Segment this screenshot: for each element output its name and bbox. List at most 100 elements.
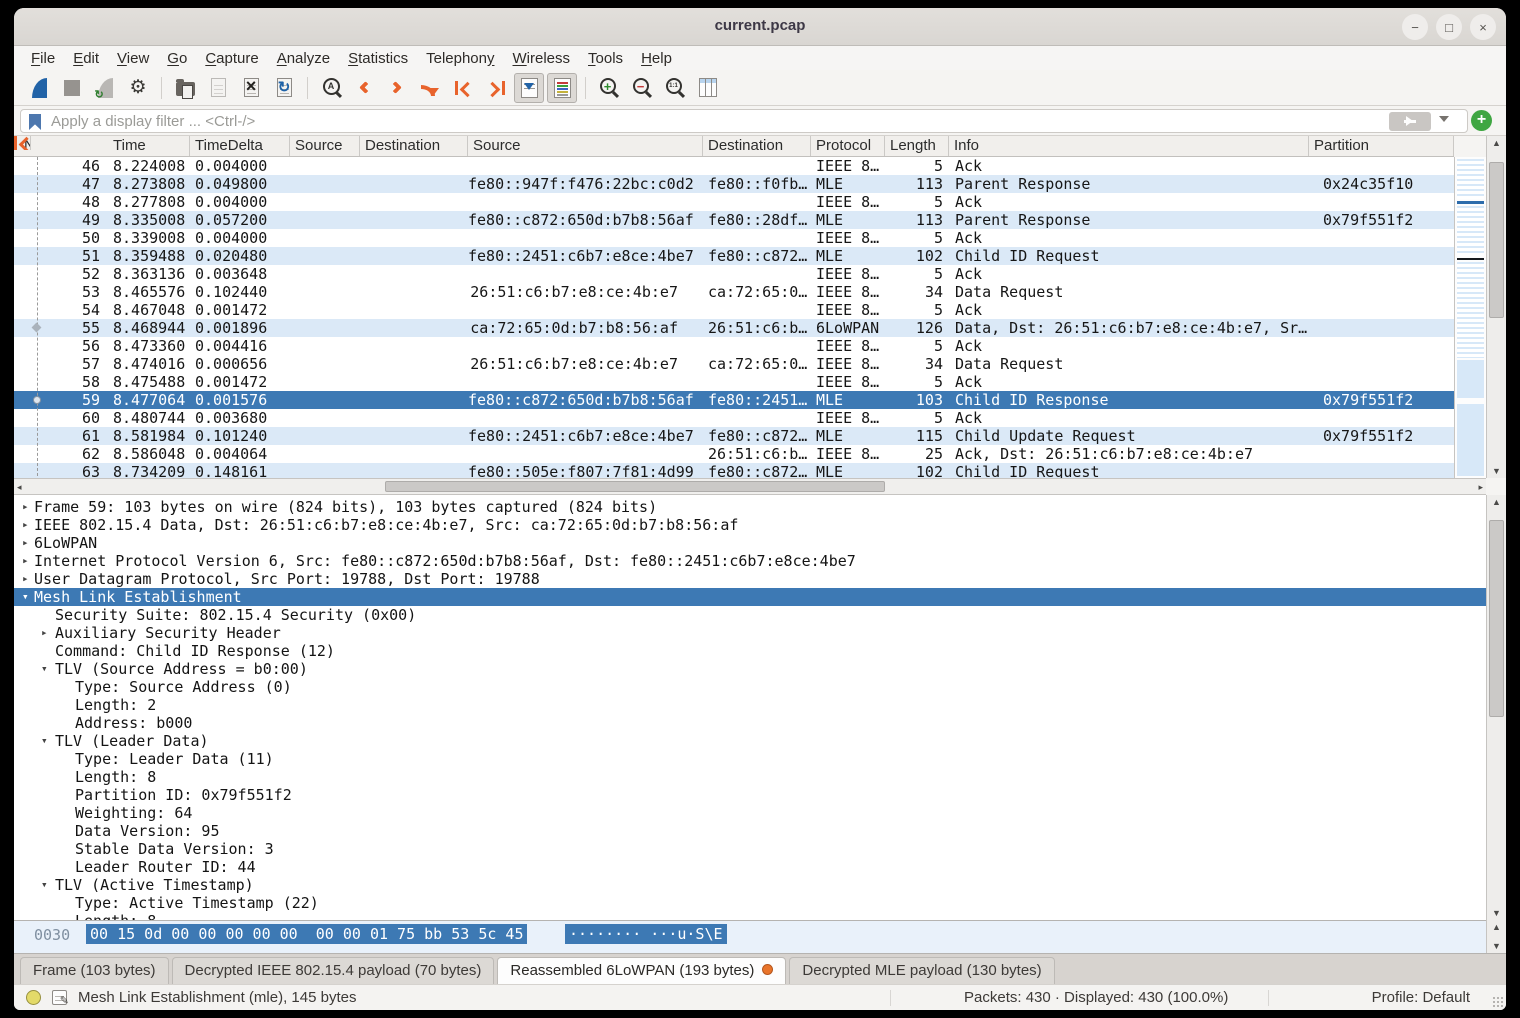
column-header-time[interactable]: Time (108, 136, 190, 156)
save-file-button[interactable] (203, 73, 233, 103)
collapse-icon[interactable]: ▾ (22, 588, 29, 606)
packet-row-47[interactable]: 478.2738080.049800fe80::947f:f476:22bc:c… (14, 175, 1454, 193)
scroll-up-icon[interactable]: ▲ (1487, 136, 1506, 150)
column-header-destination[interactable]: Destination (703, 136, 811, 156)
colorize-packets-button[interactable] (547, 73, 577, 103)
detail-line[interactable]: Address: b000 (14, 714, 1486, 732)
detail-line[interactable]: Length: 2 (14, 696, 1486, 714)
titlebar[interactable]: current.pcap −□× (14, 8, 1506, 46)
byte-tab[interactable]: Decrypted MLE payload (130 bytes) (789, 957, 1054, 984)
expand-icon[interactable]: ▸ (22, 534, 29, 552)
packet-row-61[interactable]: 618.5819840.101240fe80::2451:c6b7:e8ce:4… (14, 427, 1454, 445)
byte-tab[interactable]: Decrypted IEEE 802.15.4 payload (70 byte… (172, 957, 495, 984)
hscrollbar-thumb[interactable] (385, 481, 885, 492)
detail-line[interactable]: Type: Leader Data (11) (14, 750, 1486, 768)
menu-capture[interactable]: Capture (196, 48, 267, 69)
zoom-out-button[interactable] (627, 73, 657, 103)
menu-go[interactable]: Go (158, 48, 196, 69)
display-filter-input[interactable]: Apply a display filter ... <Ctrl-/> (20, 109, 1468, 133)
scroll-down-icon[interactable]: ▼ (1487, 464, 1506, 478)
hex-pane[interactable]: 0030 00 15 0d 00 00 00 00 00 00 00 01 75… (14, 920, 1486, 953)
packet-row-53[interactable]: 538.4655760.10244026:51:c6:b7:e8:ce:4b:e… (14, 283, 1454, 301)
menu-help[interactable]: Help (632, 48, 681, 69)
menu-telephony[interactable]: Telephony (417, 48, 503, 69)
menu-edit[interactable]: Edit (64, 48, 108, 69)
column-header-source[interactable]: Source (290, 136, 360, 156)
capture-comment-icon[interactable] (52, 990, 67, 1005)
menu-file[interactable]: File (22, 48, 64, 69)
detail-line[interactable]: ▸6LoWPAN (14, 534, 1486, 552)
detail-line[interactable]: ▾TLV (Leader Data) (14, 732, 1486, 750)
packet-row-56[interactable]: 568.4733600.004416IEEE 8…5Ack (14, 337, 1454, 355)
packet-list-scrollbar[interactable]: ▲ ▼ (1486, 136, 1506, 478)
zoom-in-button[interactable] (594, 73, 624, 103)
close-button[interactable]: × (1470, 14, 1496, 40)
detail-line[interactable]: ▾TLV (Active Timestamp) (14, 876, 1486, 894)
packet-list-hscrollbar[interactable]: ◂ ▸ (14, 478, 1486, 495)
resize-grip[interactable] (1492, 996, 1504, 1008)
collapse-icon[interactable]: ▾ (41, 732, 48, 750)
scroll-left-icon[interactable]: ◂ (17, 480, 22, 494)
collapse-icon[interactable]: ▾ (41, 660, 48, 678)
filter-add-button[interactable] (1471, 110, 1492, 131)
go-to-packet-button[interactable] (415, 73, 445, 103)
detail-line[interactable]: Type: Source Address (0) (14, 678, 1486, 696)
detail-line[interactable]: Type: Active Timestamp (22) (14, 894, 1486, 912)
detail-line[interactable]: Data Version: 95 (14, 822, 1486, 840)
collapse-icon[interactable]: ▾ (41, 876, 48, 894)
packet-row-48[interactable]: 488.2778080.004000IEEE 8…5Ack (14, 193, 1454, 211)
scroll-up-icon[interactable]: ▲ (1487, 920, 1506, 934)
hex-bytes-selected[interactable]: 00 15 0d 00 00 00 00 00 00 00 01 75 bb 5… (86, 924, 527, 944)
go-forward-button[interactable] (382, 73, 412, 103)
stop-capture-button[interactable] (57, 73, 87, 103)
hex-scrollbar[interactable]: ▲ ▼ (1486, 920, 1506, 953)
packet-row-49[interactable]: 498.3350080.057200fe80::c872:650d:b7b8:5… (14, 211, 1454, 229)
detail-line[interactable]: Security Suite: 802.15.4 Security (0x00) (14, 606, 1486, 624)
detail-line[interactable]: ▸IEEE 802.15.4 Data, Dst: 26:51:c6:b7:e8… (14, 516, 1486, 534)
menu-analyze[interactable]: Analyze (268, 48, 339, 69)
column-header-destination[interactable]: Destination (360, 136, 468, 156)
expand-icon[interactable]: ▸ (22, 498, 29, 516)
packet-row-51[interactable]: 518.3594880.020480fe80::2451:c6b7:e8ce:4… (14, 247, 1454, 265)
detail-line[interactable]: Command: Child ID Response (12) (14, 642, 1486, 660)
menu-statistics[interactable]: Statistics (339, 48, 417, 69)
detail-line[interactable]: Weighting: 64 (14, 804, 1486, 822)
expand-icon[interactable]: ▸ (22, 570, 29, 588)
detail-line[interactable]: ▸Auxiliary Security Header (14, 624, 1486, 642)
menu-tools[interactable]: Tools (579, 48, 632, 69)
menu-wireless[interactable]: Wireless (504, 48, 580, 69)
column-header-length[interactable]: Length (885, 136, 949, 156)
open-file-button[interactable] (170, 73, 200, 103)
detail-line[interactable]: ▸User Datagram Protocol, Src Port: 19788… (14, 570, 1486, 588)
scroll-down-icon[interactable]: ▼ (1487, 906, 1506, 920)
resize-columns-button[interactable] (693, 73, 723, 103)
go-last-packet-button[interactable] (481, 73, 511, 103)
detail-scrollbar[interactable]: ▲ ▼ (1486, 495, 1506, 920)
filter-bookmark-icon[interactable] (29, 114, 41, 130)
auto-scroll-button[interactable] (514, 73, 544, 103)
detail-line[interactable]: Leader Router ID: 44 (14, 858, 1486, 876)
packet-row-59[interactable]: 598.4770640.001576fe80::c872:650d:b7b8:5… (14, 391, 1454, 409)
reload-file-button[interactable] (269, 73, 299, 103)
menu-view[interactable]: View (108, 48, 158, 69)
close-file-button[interactable] (236, 73, 266, 103)
scrollbar-thumb[interactable] (1489, 162, 1504, 318)
packet-row-60[interactable]: 608.4807440.003680IEEE 8…5Ack (14, 409, 1454, 427)
filter-apply-button[interactable] (1389, 112, 1431, 131)
column-header-timedelta[interactable]: TimeDelta (190, 136, 290, 156)
detail-line[interactable]: ▸Internet Protocol Version 6, Src: fe80:… (14, 552, 1486, 570)
filter-dropdown-icon[interactable] (1439, 116, 1449, 127)
column-header-source[interactable]: Source (468, 136, 703, 156)
maximize-button[interactable]: □ (1436, 14, 1462, 40)
go-first-packet-button[interactable] (448, 73, 478, 103)
detail-line[interactable]: Length: 8 (14, 768, 1486, 786)
go-back-button[interactable] (349, 73, 379, 103)
packet-row-46[interactable]: 468.2240080.004000IEEE 8…5Ack (14, 157, 1454, 175)
column-header-info[interactable]: Info (949, 136, 1309, 156)
detail-line[interactable]: Stable Data Version: 3 (14, 840, 1486, 858)
zoom-original-button[interactable] (660, 73, 690, 103)
byte-tab[interactable]: Reassembled 6LoWPAN (193 bytes) (497, 957, 786, 984)
detail-line[interactable]: ▾TLV (Source Address = b0:00) (14, 660, 1486, 678)
minimize-button[interactable]: − (1402, 14, 1428, 40)
restart-capture-button[interactable] (90, 73, 120, 103)
